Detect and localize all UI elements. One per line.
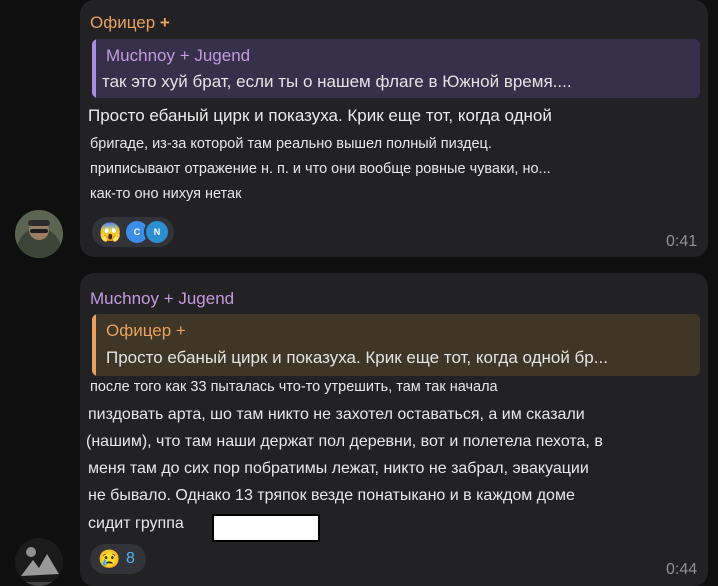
message-text-line: бригаде, из-за которой там реально вышел… [90,136,492,152]
reactor-avatar: N [144,219,170,245]
reply-text: Просто ебаный цирк и показуха. Крик еще … [106,348,608,367]
message-time: 0:41 [666,233,698,250]
message-text-line: Просто ебаный цирк и показуха. Крик еще … [88,106,552,125]
message-text-line: меня там до сих пор побратимы лежат, ник… [88,460,589,477]
sender-name[interactable]: Muchnoy + Jugend [90,289,234,309]
reply-quote[interactable]: Офицер + Просто ебаный цирк и показуха. … [92,314,700,376]
redaction-box [212,514,320,542]
officer-badge-icon: + [159,13,170,32]
message-text-line: сидит группа [88,515,184,532]
message-text-line: приписывают отражение н. п. и что они во… [90,161,551,177]
reaction-button[interactable]: 😢 8 [90,544,146,574]
message-time: 0:44 [666,561,698,578]
cry-emoji-icon: 😢 [98,549,121,569]
message-bubble-muchnoy[interactable]: Muchnoy + Jugend Офицер + Просто ебаный … [80,273,708,586]
reply-author: Офицер + [106,321,186,340]
avatar-soldier [15,210,63,258]
scream-emoji-icon: 😱 [99,222,122,242]
message-bubble-officer[interactable]: Офицер + Muchnoy + Jugend так это хуй бр… [80,0,708,257]
reply-quote[interactable]: Muchnoy + Jugend так это хуй брат, если … [92,39,700,98]
message-text-line: после того как 33 пыталась что-то утреши… [90,379,498,395]
sender-name[interactable]: Офицер + [90,13,170,33]
reply-text: так это хуй брат, если ты о нашем флаге … [102,72,572,91]
reaction-count: 8 [126,550,135,567]
avatar-dark [15,538,63,586]
avatar[interactable] [15,210,63,258]
message-text-line: пиздовать арта, шо там никто не захотел … [88,406,585,423]
message-text-line: не бывало. Однако 13 тряпок везде понаты… [88,487,575,504]
reply-author: Muchnoy + Jugend [106,46,251,65]
message-text-line: как-то оно нихуя нетак [90,186,242,202]
avatar[interactable] [15,538,63,586]
reaction-button[interactable]: 😱 C N [92,217,174,247]
message-text-line: (нашим), что там наши держат пол деревни… [86,433,603,450]
